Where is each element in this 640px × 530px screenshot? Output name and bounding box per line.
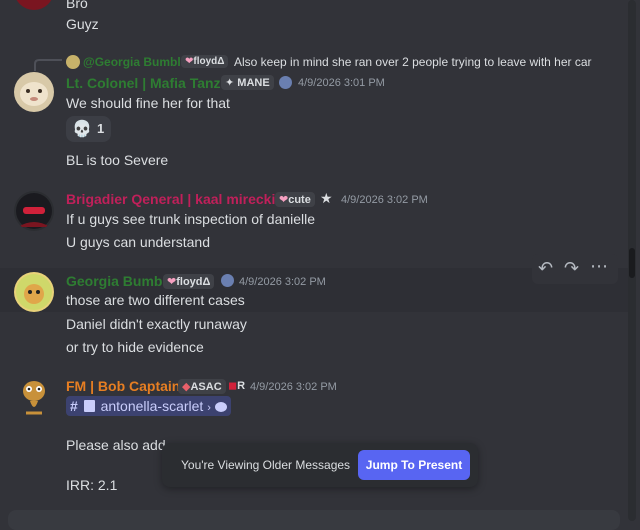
timestamp: 4/9/2026 3:01 PM <box>298 77 385 89</box>
heart-icon: ❤ <box>279 194 289 206</box>
message-text: or try to hide evidence <box>66 339 204 355</box>
jump-to-present-button[interactable]: Jump To Present <box>358 450 470 480</box>
badge-icon <box>221 274 234 287</box>
message-text: Bro <box>66 0 88 11</box>
message-text: IRR: 2.1 <box>66 477 118 493</box>
message-author[interactable]: Georgia Bumble <box>66 273 174 289</box>
banner-text: You're Viewing Older Messages <box>181 458 351 472</box>
cat-icon <box>20 82 48 106</box>
reaction-button[interactable]: 💀 1 <box>66 116 111 142</box>
creature-icon <box>23 381 45 415</box>
message-author[interactable]: Lt. Colonel | Mafia Tanzir <box>66 75 230 91</box>
reply-spine-icon <box>34 59 62 71</box>
more-icon[interactable]: ⋯ <box>590 256 609 277</box>
timestamp: 4/9/2026 3:02 PM <box>250 381 337 393</box>
role-tag: ❤floydΔ <box>163 274 215 289</box>
role-tag: ✦ MANE <box>221 75 274 90</box>
helmet-icon <box>16 193 52 229</box>
avatar[interactable] <box>14 272 54 312</box>
message-text: BL is too Severe <box>66 152 169 168</box>
role-tag: ◆ASAC <box>178 379 226 394</box>
timestamp: 4/9/2026 3:02 PM <box>239 276 326 288</box>
avatar[interactable] <box>14 0 54 10</box>
older-messages-banner: You're Viewing Older Messages Jump To Pr… <box>162 443 478 487</box>
message-author[interactable]: Brigadier Qeneral | kaal mirecki <box>66 191 275 207</box>
role-tag: ❤floydΔ <box>181 55 229 68</box>
role-tag: ❤cute <box>275 192 315 207</box>
reply-author[interactable]: @Georgia Bumble <box>83 55 187 69</box>
hashtag-icon: # <box>70 398 78 414</box>
character-icon <box>16 274 52 310</box>
diamond-icon: ✦ <box>225 77 235 89</box>
avatar[interactable] <box>14 377 54 417</box>
channel-mention-label: antonella-scarlet <box>100 398 204 414</box>
message-text: Daniel didn't exactly runaway <box>66 316 247 332</box>
message-text: Guyz <box>66 16 99 32</box>
channel-mention[interactable]: # antonella-scarlet › <box>66 396 231 416</box>
avatar[interactable] <box>14 72 54 112</box>
reply-preview-text[interactable]: Also keep in mind she ran over 2 people … <box>234 55 592 69</box>
reply-icon[interactable]: ↶ <box>538 258 553 279</box>
thread-bubble-icon <box>214 402 227 412</box>
role-tag-icon: ◼R <box>228 380 246 392</box>
star-icon: ★ <box>320 190 333 206</box>
timestamp: 4/9/2026 3:02 PM <box>341 194 428 206</box>
message-author[interactable]: FM | Bob Captain <box>66 378 180 394</box>
message-actions-toolbar: ↶ ↷ ⋯ <box>532 254 618 284</box>
scrollbar-thumb[interactable] <box>629 248 635 278</box>
message-text: If u guys see trunk inspection of daniel… <box>66 211 316 227</box>
reaction-count: 1 <box>97 121 105 136</box>
message-text: Please also add <box>66 437 166 453</box>
chevron-right-icon: › <box>207 402 211 414</box>
message-composer[interactable] <box>8 510 620 530</box>
forum-icon <box>83 400 95 412</box>
message-text: U guys can understand <box>66 234 210 250</box>
heart-icon: ❤ <box>167 276 177 288</box>
forward-icon[interactable]: ↷ <box>564 258 579 279</box>
reply-avatar <box>66 55 80 69</box>
avatar[interactable] <box>14 191 54 231</box>
message-text: We should fine her for that <box>66 95 230 111</box>
skull-icon: 💀 <box>72 121 92 138</box>
badge-icon <box>279 76 292 89</box>
message-text: those are two different cases <box>66 292 245 308</box>
